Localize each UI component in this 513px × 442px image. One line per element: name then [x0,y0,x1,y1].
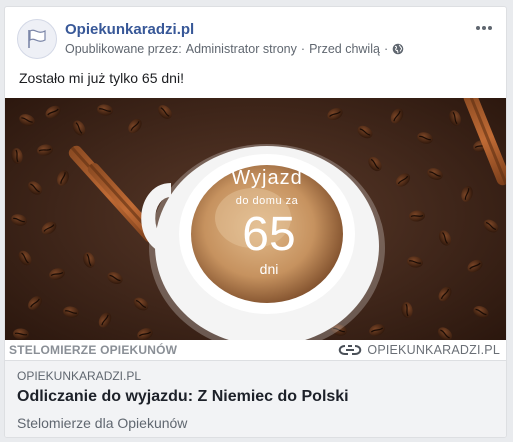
post-card: Opiekunkaradzi.pl Opublikowane przez: Ad… [4,6,507,438]
image-footer-brand: OPIEKUNKARADZI.PL [336,343,500,357]
image-footer-bar: STELOMIERZE OPIEKUNÓW OPIEKUNKARADZI.PL [5,340,506,360]
byline-separator: · [300,42,306,56]
cup-countdown-number: 65 [242,208,295,261]
flag-logo-icon [28,29,46,48]
byline-prefix: Opublikowane przez: [65,42,182,56]
post-message: Zostało mi już tylko 65 dni! [19,70,184,86]
image-footer-right-label: OPIEKUNKARADZI.PL [367,343,500,357]
link-title[interactable]: Odliczanie do wyjazdu: Z Niemiec do Pols… [17,388,494,406]
chain-link-icon [339,345,362,355]
cup-text-line1: Wyjazd [231,167,302,189]
globe-icon[interactable] [392,43,404,55]
post-byline: Opublikowane przez: Administrator strony… [65,42,404,56]
more-horizontal-icon [476,26,492,30]
link-domain: OPIEKUNKARADZI.PL [17,369,142,383]
page-name-link[interactable]: Opiekunkaradzi.pl [65,21,194,38]
author-link[interactable]: Administrator strony [186,42,297,56]
link-preview[interactable]: OPIEKUNKARADZI.PL Odliczanie do wyjazdu:… [5,360,506,437]
post-image[interactable]: Wyjazd do domu za 65 dni STELOMIERZE OPI… [5,98,506,360]
link-description: Stelomierze dla Opiekunów [17,415,188,431]
timestamp-link[interactable]: Przed chwilą [309,42,380,56]
page-avatar[interactable] [17,19,57,59]
more-options-button[interactable] [472,19,496,37]
cup-text-line2: do domu za [236,195,299,207]
post-header: Opiekunkaradzi.pl Opublikowane przez: Ad… [5,7,506,69]
image-footer-left-label: STELOMIERZE OPIEKUNÓW [9,343,178,357]
cup-text-line3: dni [260,261,279,277]
byline-separator-2: · [383,42,389,56]
coffee-cup-illustration: Wyjazd do domu za 65 dni [5,98,506,360]
